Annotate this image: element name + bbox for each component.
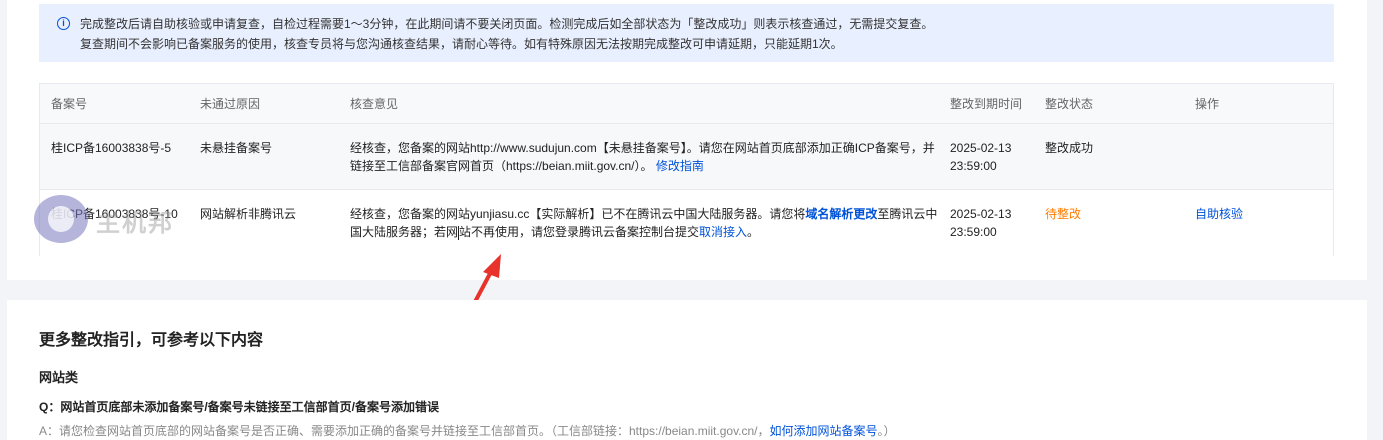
table-header: 备案号 未通过原因 核查意见 整改到期时间 整改状态 操作 [40, 84, 1333, 124]
deadline: 2025-02-13 23:59:00 [950, 205, 1035, 241]
header-opinion: 核查意见 [350, 97, 399, 111]
header-status: 整改状态 [1045, 97, 1094, 111]
opinion-text-1: 经核查，您备案的网站yunjiasu.cc【实际解析】已不在腾讯云中国大陆服务器… [350, 207, 806, 221]
rectification-table: 备案号 未通过原因 核查意见 整改到期时间 整改状态 操作 桂ICP备16003… [39, 83, 1334, 256]
answer-end: 。） [877, 424, 896, 438]
cancel-access-link[interactable]: 取消接入 [699, 225, 747, 239]
watermark-logo: 主机邦 [34, 195, 184, 243]
status-badge: 待整改 [1045, 207, 1082, 221]
header-reason: 未通过原因 [200, 97, 261, 111]
add-record-no-link[interactable]: 如何添加网站备案号 [770, 424, 878, 438]
answer-text: A：请您检查网站首页底部的网站备案号是否正确、需要添加正确的备案号并链接至工信部… [39, 424, 770, 438]
notice-line-1: 完成整改后请自助核验或申请复查，自检过程需要1～3分钟，在此期间请不要关闭页面。… [80, 17, 934, 31]
fail-reason: 未悬挂备案号 [200, 141, 273, 155]
opinion-text-3: 站不再使用，请您登录腾讯云备案控制台提交 [459, 225, 700, 239]
status-badge: 整改成功 [1045, 141, 1094, 155]
deadline-date: 2025-02-13 [950, 207, 1012, 221]
dns-change-link[interactable]: 域名解析更改 [805, 207, 877, 221]
guide-answer: A：请您检查网站首页底部的网站备案号是否正确、需要添加正确的备案号并链接至工信部… [39, 422, 896, 439]
header-action: 操作 [1195, 97, 1220, 111]
deadline-date: 2025-02-13 [950, 141, 1012, 155]
opinion-text: 经核查，您备案的网站http://www.sudujun.com【未悬挂备案号】… [350, 141, 935, 173]
modify-guide-link[interactable]: 修改指南 [656, 159, 704, 173]
guide-question: Q：网站首页底部未添加备案号/备案号未链接至工信部首页/备案号添加错误 [39, 400, 440, 414]
deadline-time: 23:59:00 [950, 225, 997, 239]
header-deadline: 整改到期时间 [950, 97, 1023, 111]
watermark-text: 主机邦 [96, 208, 174, 237]
fail-reason: 网站解析非腾讯云 [200, 207, 297, 221]
opinion-text-4: 。 [747, 225, 760, 239]
guide-title: 更多整改指引，可参考以下内容 [39, 332, 264, 349]
watermark-inner-icon [48, 206, 74, 232]
review-opinion: 经核查，您备案的网站http://www.sudujun.com【未悬挂备案号】… [350, 139, 940, 175]
record-no: 桂ICP备16003838号-5 [51, 141, 172, 155]
deadline: 2025-02-13 23:59:00 [950, 139, 1035, 175]
self-verify-link[interactable]: 自助核验 [1195, 205, 1295, 223]
guide-section-title: 网站类 [39, 370, 79, 385]
review-opinion: 经核查，您备案的网站yunjiasu.cc【实际解析】已不在腾讯云中国大陆服务器… [350, 205, 940, 241]
deadline-time: 23:59:00 [950, 159, 997, 173]
info-icon: i [57, 17, 70, 30]
table-row: 桂ICP备16003838号-10 网站解析非腾讯云 经核查，您备案的网站yun… [40, 190, 1333, 256]
guide-card [7, 300, 1367, 440]
notice-line-2: 复查期间不会影响已备案服务的使用，核查专员将与您沟通核查结果，请耐心等待。如有特… [80, 37, 843, 51]
header-record-no: 备案号 [51, 97, 88, 111]
table-row: 桂ICP备16003838号-5 未悬挂备案号 经核查，您备案的网站http:/… [40, 124, 1333, 190]
info-notice: i 完成整改后请自助核验或申请复查，自检过程需要1～3分钟，在此期间请不要关闭页… [39, 4, 1334, 62]
